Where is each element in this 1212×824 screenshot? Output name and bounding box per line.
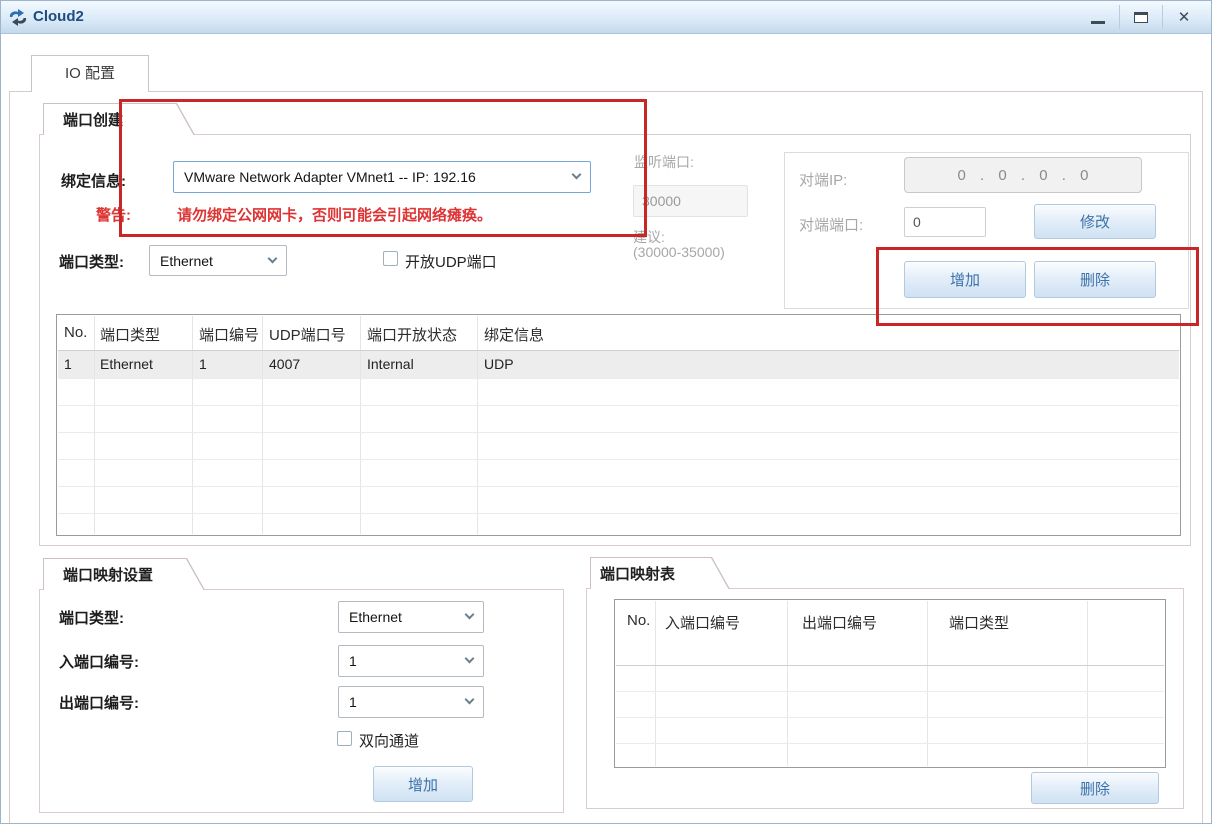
- row-divider: [58, 486, 1179, 487]
- port-type-select[interactable]: Ethernet: [149, 245, 287, 276]
- cell-open-state: Internal: [367, 356, 414, 372]
- minimize-icon: [1091, 20, 1105, 24]
- out-port-value: 1: [349, 694, 357, 710]
- column-divider: [477, 316, 478, 534]
- column-divider: [262, 316, 263, 534]
- row-divider: [616, 743, 1164, 744]
- ports-table: No. 端口类型 端口编号 UDP端口号 端口开放状态 绑定信息 1 Ether…: [56, 314, 1181, 536]
- chevron-down-icon: [464, 653, 475, 664]
- cell-no: 1: [64, 356, 72, 372]
- column-divider: [360, 316, 361, 534]
- port-type-label: 端口类型:: [59, 254, 124, 271]
- map-port-type-label: 端口类型:: [59, 610, 124, 627]
- mapping-table: No. 入端口编号 出端口编号 端口类型: [614, 599, 1166, 768]
- column-divider: [787, 601, 788, 766]
- cloud-config-window: Cloud2 ✕ IO 配置 端口创建 绑定信息: VMware Network…: [0, 0, 1212, 824]
- col-header-port-no: 端口编号: [199, 327, 260, 344]
- peer-port-input[interactable]: 0: [904, 207, 986, 237]
- group-mapping-settings-title: 端口映射设置: [63, 567, 154, 584]
- cell-udp-port: 4007: [269, 356, 301, 372]
- maximize-button[interactable]: [1120, 1, 1162, 33]
- col-header-open-state: 端口开放状态: [367, 327, 458, 344]
- close-button[interactable]: ✕: [1163, 1, 1205, 33]
- chevron-down-icon: [267, 253, 278, 263]
- header-divider: [58, 350, 1179, 351]
- col-header-port-type: 端口类型: [949, 615, 1010, 632]
- group-port-create-title: 端口创建: [63, 112, 124, 129]
- cell-binding: UDP: [484, 356, 514, 372]
- udp-port-checkbox-label: 开放UDP端口: [405, 254, 497, 271]
- window-titlebar: Cloud2 ✕: [1, 1, 1211, 34]
- group-mapping-table-tab: 端口映射表: [590, 557, 730, 589]
- col-header-binding: 绑定信息: [484, 327, 545, 344]
- col-header-out-port: 出端口编号: [802, 615, 878, 632]
- table-row-highlight: [58, 351, 1179, 378]
- delete-mapping-button[interactable]: 删除: [1031, 772, 1159, 804]
- annotation-rect-add-delete: [876, 247, 1199, 326]
- out-port-label: 出端口编号:: [59, 695, 139, 712]
- cell-port-type: Ethernet: [100, 356, 153, 372]
- out-port-select[interactable]: 1: [338, 686, 484, 718]
- column-divider: [1087, 601, 1088, 766]
- row-divider: [58, 432, 1179, 433]
- bidirectional-checkbox-label: 双向通道: [359, 733, 420, 750]
- peer-ip-value: 0 . 0 . 0 . 0: [904, 157, 1142, 193]
- in-port-select[interactable]: 1: [338, 645, 484, 677]
- peer-ip-label: 对端IP:: [799, 172, 848, 189]
- listen-port-input[interactable]: 30000: [633, 185, 748, 217]
- cell-port-no: 1: [199, 356, 207, 372]
- column-divider: [927, 601, 928, 766]
- row-divider: [58, 513, 1179, 514]
- group-mapping-settings-tab: 端口映射设置: [43, 558, 205, 590]
- column-divider: [655, 601, 656, 766]
- suggest-range: (30000-35000): [633, 244, 725, 260]
- app-cloud-icon: [9, 9, 27, 26]
- close-icon: ✕: [1177, 8, 1191, 26]
- window-controls: ✕: [1077, 1, 1205, 33]
- port-type-select-value: Ethernet: [160, 252, 213, 269]
- row-divider: [616, 717, 1164, 718]
- map-port-type-select[interactable]: Ethernet: [338, 601, 484, 633]
- col-header-no: No.: [64, 324, 88, 341]
- map-port-type-value: Ethernet: [349, 609, 402, 625]
- row-divider: [58, 459, 1179, 460]
- minimize-button[interactable]: [1077, 1, 1119, 33]
- chevron-down-icon: [464, 609, 475, 620]
- add-mapping-button[interactable]: 增加: [373, 766, 473, 802]
- peer-port-label: 对端端口:: [799, 217, 864, 234]
- col-header-in-port: 入端口编号: [665, 615, 741, 632]
- row-divider: [58, 405, 1179, 406]
- col-header-port-type: 端口类型: [100, 327, 161, 344]
- modify-button[interactable]: 修改: [1034, 204, 1156, 239]
- annotation-rect-binding: [119, 99, 647, 237]
- column-divider: [192, 316, 193, 534]
- binding-label: 绑定信息:: [61, 173, 126, 190]
- col-header-udp-port: UDP端口号: [269, 327, 346, 344]
- chevron-down-icon: [464, 694, 475, 705]
- column-divider: [94, 316, 95, 534]
- col-header-no: No.: [627, 612, 651, 629]
- in-port-value: 1: [349, 653, 357, 669]
- row-divider: [58, 378, 1179, 379]
- group-mapping-table-title: 端口映射表: [600, 566, 676, 583]
- row-divider: [616, 691, 1164, 692]
- udp-port-checkbox[interactable]: [383, 251, 398, 266]
- in-port-label: 入端口编号:: [59, 654, 139, 671]
- bidirectional-checkbox[interactable]: [337, 731, 352, 746]
- maximize-icon: [1134, 11, 1148, 23]
- header-divider: [616, 665, 1164, 666]
- window-title: Cloud2: [33, 8, 84, 25]
- tab-io-config[interactable]: IO 配置: [31, 55, 149, 92]
